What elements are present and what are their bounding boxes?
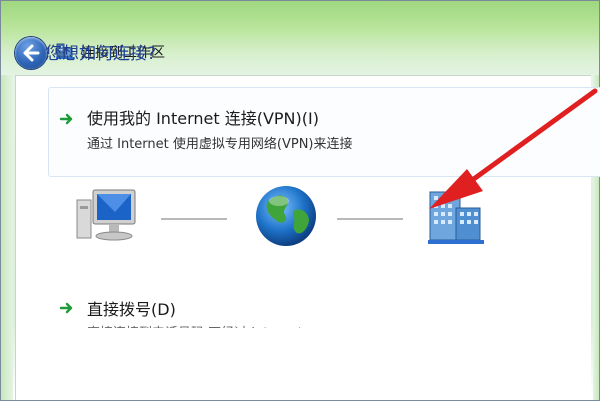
window-frame-left [1, 75, 13, 400]
vpn-option-card[interactable] [48, 87, 600, 177]
globe-icon [256, 186, 316, 246]
back-arrow-icon [23, 44, 40, 62]
computer-icon [76, 189, 136, 241]
dial-up-option-description: 直接连接到电话号码,不经过 Internet。 [87, 322, 316, 328]
dial-up-option-title[interactable]: 直接拨号(D) [87, 296, 176, 320]
connection-line-1 [161, 218, 227, 220]
office-building-icon [428, 191, 484, 244]
green-arrow-icon [59, 113, 73, 125]
vpn-option-description: 通过 Internet 使用虚拟专用网络(VPN)来连接 [87, 137, 353, 152]
back-button[interactable] [15, 37, 47, 69]
vpn-option-title[interactable]: 使用我的 Internet 连接(VPN)(I) [87, 105, 319, 129]
green-arrow-icon [59, 302, 73, 314]
connection-line-2 [337, 218, 403, 220]
page-heading: 您想如何连接? [45, 44, 157, 64]
connect-to-workplace-window: 连接到工作区 您想如何连接? 使用我的 Internet 连接(VPN)(I) … [0, 0, 600, 401]
